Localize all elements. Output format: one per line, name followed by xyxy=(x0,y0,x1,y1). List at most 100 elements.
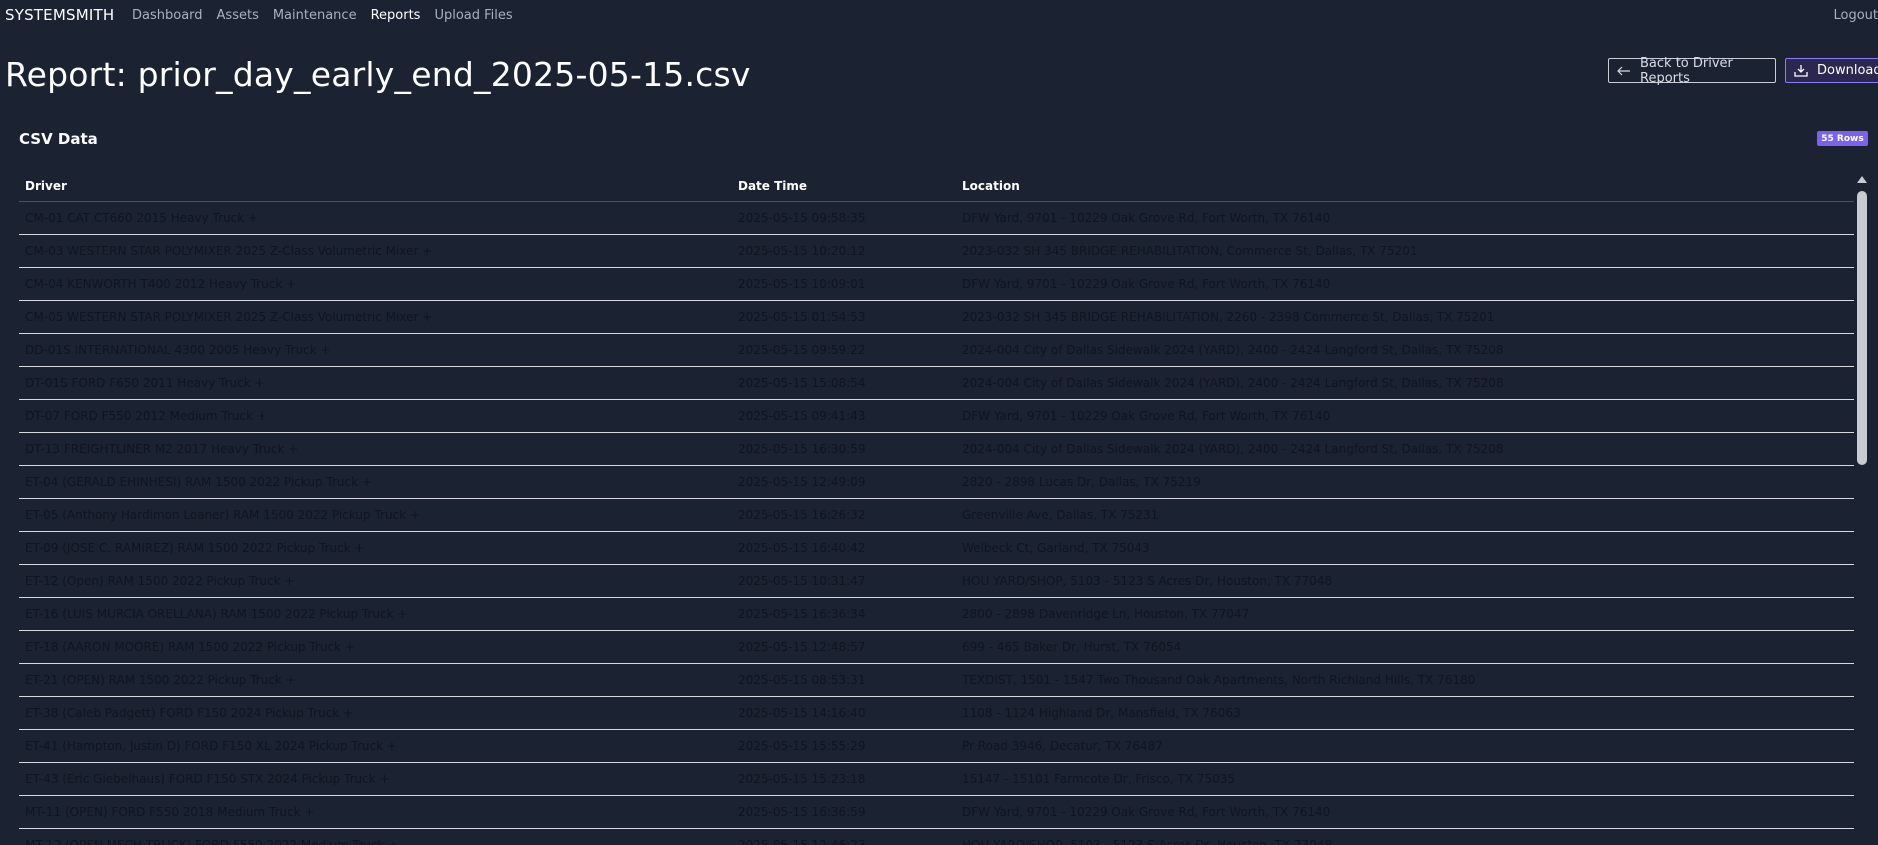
table-row[interactable]: ET-21 (OPEN) RAM 1500 2022 Pickup Truck … xyxy=(19,663,1854,697)
cell-driver: ET-12 (Open) RAM 1500 2022 Pickup Truck … xyxy=(19,564,732,598)
cell-date-time: 2025-05-15 12:46:23 xyxy=(732,828,956,845)
table-row[interactable]: CM-01 CAT CT660 2015 Heavy Truck +2025-0… xyxy=(19,201,1854,235)
cell-driver: ET-18 (AARON MOORE) RAM 1500 2022 Pickup… xyxy=(19,630,732,664)
cell-location: 2820 - 2898 Lucas Dr, Dallas, TX 75219 xyxy=(956,465,1854,499)
column-header-location[interactable]: Location xyxy=(956,170,1854,202)
cell-location: DFW Yard, 9701 - 10229 Oak Grove Rd, For… xyxy=(956,399,1854,433)
back-to-driver-reports-button[interactable]: Back to Driver Reports xyxy=(1608,55,1776,86)
cell-driver: ET-21 (OPEN) RAM 1500 2022 Pickup Truck … xyxy=(19,663,732,697)
nav-link-maintenance[interactable]: Maintenance xyxy=(273,8,357,23)
cell-date-time: 2025-05-15 09:58:35 xyxy=(732,201,956,235)
cell-date-time: 2025-05-15 16:36:34 xyxy=(732,597,956,631)
cell-location: 699 - 465 Baker Dr, Hurst, TX 76054 xyxy=(956,630,1854,664)
brand-logo[interactable]: SYSTEMSMITH xyxy=(5,6,114,24)
table-row[interactable]: MT-11 (OPEN) FORD F550 2018 Medium Truck… xyxy=(19,795,1854,829)
cell-date-time: 2025-05-15 10:31:47 xyxy=(732,564,956,598)
cell-driver: ET-04 (GERALD EHINHESI) RAM 1500 2022 Pi… xyxy=(19,465,732,499)
csv-data-title: CSV Data xyxy=(19,130,98,148)
nav-link-dashboard[interactable]: Dashboard xyxy=(132,8,203,23)
cell-driver: CM-01 CAT CT660 2015 Heavy Truck + xyxy=(19,201,732,235)
table-row[interactable]: ET-41 (Hampton, Justin D) FORD F150 XL 2… xyxy=(19,729,1854,763)
table-row[interactable]: ET-12 (Open) RAM 1500 2022 Pickup Truck … xyxy=(19,564,1854,598)
cell-date-time: 2025-05-15 08:53:31 xyxy=(732,663,956,697)
cell-date-time: 2025-05-15 16:36:59 xyxy=(732,795,956,829)
cell-date-time: 2025-05-15 16:26:32 xyxy=(732,498,956,532)
cell-date-time: 2025-05-15 16:30:59 xyxy=(732,432,956,466)
table-row[interactable]: CM-05 WESTERN STAR POLYMIXER 2025 Z-Clas… xyxy=(19,300,1854,334)
table-scrollbar[interactable] xyxy=(1854,172,1869,845)
cell-driver: CM-05 WESTERN STAR POLYMIXER 2025 Z-Clas… xyxy=(19,300,732,334)
table-row[interactable]: CM-03 WESTERN STAR POLYMIXER 2025 Z-Clas… xyxy=(19,234,1854,268)
table-row[interactable]: DT-13 FREIGHTLINER M2 2017 Heavy Truck +… xyxy=(19,432,1854,466)
cell-date-time: 2025-05-15 12:49:09 xyxy=(732,465,956,499)
table-row[interactable]: ET-05 (Anthony Hardimon Loaner) RAM 1500… xyxy=(19,498,1854,532)
cell-date-time: 2025-05-15 16:40:42 xyxy=(732,531,956,565)
table-row[interactable]: ET-38 (Caleb Padgett) FORD F150 2024 Pic… xyxy=(19,696,1854,730)
back-button-label: Back to Driver Reports xyxy=(1640,55,1733,86)
table-row[interactable]: DD-01S INTERNATIONAL 4300 2005 Heavy Tru… xyxy=(19,333,1854,367)
table-row[interactable]: ET-09 (JOSE C. RAMIREZ) RAM 1500 2022 Pi… xyxy=(19,531,1854,565)
top-navbar: SYSTEMSMITH Dashboard Assets Maintenance… xyxy=(0,0,1878,33)
table-row[interactable]: DT-07 FORD F550 2012 Medium Truck +2025-… xyxy=(19,399,1854,433)
cell-location: 2800 - 2898 Davenridge Ln, Houston, TX 7… xyxy=(956,597,1854,631)
cell-location: 2023-032 SH 345 BRIDGE REHABILITATION, 2… xyxy=(956,300,1854,334)
cell-date-time: 2025-05-15 12:48:57 xyxy=(732,630,956,664)
download-button[interactable]: Download xyxy=(1785,58,1878,83)
csv-table-container[interactable]: Driver Date Time Location CM-01 CAT CT66… xyxy=(19,170,1854,845)
scroll-thumb[interactable] xyxy=(1857,191,1867,465)
cell-driver: MT-12 (OPEN MECH TRUCK) FORD F550 2022 M… xyxy=(19,828,732,845)
table-row[interactable]: ET-16 (LUIS MURCIA ORELLANA) RAM 1500 20… xyxy=(19,597,1854,631)
table-row[interactable]: ET-18 (AARON MOORE) RAM 1500 2022 Pickup… xyxy=(19,630,1854,664)
csv-table: Driver Date Time Location CM-01 CAT CT66… xyxy=(19,170,1854,845)
cell-driver: ET-38 (Caleb Padgett) FORD F150 2024 Pic… xyxy=(19,696,732,730)
column-header-driver[interactable]: Driver xyxy=(19,170,732,202)
cell-date-time: 2025-05-15 15:55:29 xyxy=(732,729,956,763)
cell-driver: MT-11 (OPEN) FORD F550 2018 Medium Truck… xyxy=(19,795,732,829)
nav-links: Dashboard Assets Maintenance Reports Upl… xyxy=(132,8,527,23)
column-header-date-time[interactable]: Date Time xyxy=(732,170,956,202)
cell-date-time: 2025-05-15 01:54:53 xyxy=(732,300,956,334)
scroll-up-arrow-icon[interactable] xyxy=(1857,176,1867,183)
table-header-row: Driver Date Time Location xyxy=(19,170,1854,202)
cell-location: DFW Yard, 9701 - 10229 Oak Grove Rd, For… xyxy=(956,795,1854,829)
cell-driver: CM-04 KENWORTH T400 2012 Heavy Truck + xyxy=(19,267,732,301)
cell-driver: CM-03 WESTERN STAR POLYMIXER 2025 Z-Clas… xyxy=(19,234,732,268)
cell-driver: ET-09 (JOSE C. RAMIREZ) RAM 1500 2022 Pi… xyxy=(19,531,732,565)
table-row[interactable]: MT-12 (OPEN MECH TRUCK) FORD F550 2022 M… xyxy=(19,828,1854,845)
cell-location: DFW Yard, 9701 - 10229 Oak Grove Rd, For… xyxy=(956,201,1854,235)
cell-date-time: 2025-05-15 10:09:01 xyxy=(732,267,956,301)
cell-driver: ET-43 (Eric Giebelhaus) FORD F150 STX 20… xyxy=(19,762,732,796)
nav-link-assets[interactable]: Assets xyxy=(217,8,259,23)
cell-date-time: 2025-05-15 10:20:12 xyxy=(732,234,956,268)
nav-link-reports[interactable]: Reports xyxy=(371,8,421,23)
arrow-left-icon xyxy=(1617,66,1631,76)
cell-location: Pr Road 3946, Decatur, TX 76487 xyxy=(956,729,1854,763)
cell-date-time: 2025-05-15 15:23:18 xyxy=(732,762,956,796)
table-row[interactable]: CM-04 KENWORTH T400 2012 Heavy Truck +20… xyxy=(19,267,1854,301)
table-row[interactable]: ET-04 (GERALD EHINHESI) RAM 1500 2022 Pi… xyxy=(19,465,1854,499)
table-row[interactable]: ET-43 (Eric Giebelhaus) FORD F150 STX 20… xyxy=(19,762,1854,796)
table-body: CM-01 CAT CT660 2015 Heavy Truck +2025-0… xyxy=(19,201,1854,845)
cell-location: 2024-004 City of Dallas Sidewalk 2024 (Y… xyxy=(956,432,1854,466)
table-row[interactable]: DT-01S FORD F650 2011 Heavy Truck +2025-… xyxy=(19,366,1854,400)
cell-location: TEXDIST, 1501 - 1547 Two Thousand Oak Ap… xyxy=(956,663,1854,697)
download-icon xyxy=(1794,64,1808,77)
cell-driver: ET-16 (LUIS MURCIA ORELLANA) RAM 1500 20… xyxy=(19,597,732,631)
cell-driver: DD-01S INTERNATIONAL 4300 2005 Heavy Tru… xyxy=(19,333,732,367)
cell-driver: DT-01S FORD F650 2011 Heavy Truck + xyxy=(19,366,732,400)
cell-driver: ET-05 (Anthony Hardimon Loaner) RAM 1500… xyxy=(19,498,732,532)
cell-driver: DT-07 FORD F550 2012 Medium Truck + xyxy=(19,399,732,433)
page-title: Report: prior_day_early_end_2025-05-15.c… xyxy=(5,55,751,94)
cell-driver: ET-41 (Hampton, Justin D) FORD F150 XL 2… xyxy=(19,729,732,763)
cell-location: 2024-004 City of Dallas Sidewalk 2024 (Y… xyxy=(956,333,1854,367)
cell-location: 2024-004 City of Dallas Sidewalk 2024 (Y… xyxy=(956,366,1854,400)
cell-location: 1108 - 1124 Highland Dr, Mansfield, TX 7… xyxy=(956,696,1854,730)
cell-location: HOU YARD/SHOP, 5103 - 5123 S Acres Dr, H… xyxy=(956,828,1854,845)
cell-location: 2023-032 SH 345 BRIDGE REHABILITATION, C… xyxy=(956,234,1854,268)
nav-link-upload-files[interactable]: Upload Files xyxy=(434,8,512,23)
cell-date-time: 2025-05-15 15:08:54 xyxy=(732,366,956,400)
cell-location: 15147 - 15101 Farmcote Dr, Frisco, TX 75… xyxy=(956,762,1854,796)
cell-date-time: 2025-05-15 14:16:40 xyxy=(732,696,956,730)
logout-link[interactable]: Logout xyxy=(1833,8,1878,23)
download-button-label: Download xyxy=(1817,63,1878,78)
